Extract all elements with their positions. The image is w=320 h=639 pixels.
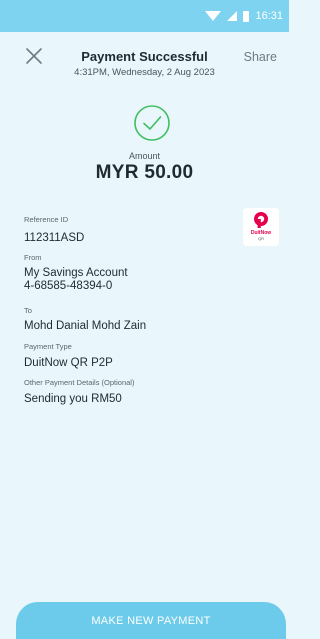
from-value: My Savings Account 4-68585-48394-0 bbox=[24, 267, 224, 293]
amount-label: Amount bbox=[128, 151, 161, 161]
from-account: My Savings Account bbox=[24, 267, 128, 279]
other-details-value: Sending you RM50 bbox=[24, 393, 122, 405]
to-value: Mohd Danial Mohd Zain bbox=[24, 320, 147, 332]
signal-icon bbox=[227, 11, 238, 21]
payment-type-value: DuitNow QR P2P bbox=[24, 357, 113, 369]
close-button[interactable] bbox=[22, 44, 46, 68]
amount-value: MYR 50.00 bbox=[95, 162, 194, 183]
payment-type-label: Payment Type bbox=[24, 342, 72, 351]
reference-value: 112311ASD bbox=[24, 232, 85, 244]
other-details-label: Other Payment Details (Optional) bbox=[24, 378, 135, 387]
wifi-icon bbox=[205, 11, 222, 21]
reference-label: Reference ID bbox=[24, 215, 69, 224]
from-label: From bbox=[24, 253, 42, 262]
check-circle-icon bbox=[133, 104, 171, 142]
close-icon bbox=[26, 48, 42, 64]
page-title: Payment Successful bbox=[81, 49, 208, 64]
status-bar: 16:31 bbox=[0, 0, 289, 32]
duitnow-logo-icon bbox=[254, 212, 268, 228]
to-label: To bbox=[24, 306, 32, 315]
logo-sub: QR bbox=[258, 236, 264, 241]
page-subtitle: 4:31PM, Wednesday, 2 Aug 2023 bbox=[74, 67, 215, 78]
from-number: 4-68585-48394-0 bbox=[24, 280, 113, 292]
status-time: 16:31 bbox=[255, 10, 283, 22]
header: Payment Successful 4:31PM, Wednesday, 2 … bbox=[0, 40, 289, 84]
battery-icon bbox=[243, 10, 250, 22]
header-center: Payment Successful 4:31PM, Wednesday, 2 … bbox=[60, 49, 229, 78]
duitnow-logo: DuitNow QR bbox=[243, 208, 279, 246]
share-button[interactable]: Share bbox=[244, 50, 277, 64]
make-new-payment-button[interactable]: MAKE NEW PAYMENT bbox=[16, 602, 286, 639]
